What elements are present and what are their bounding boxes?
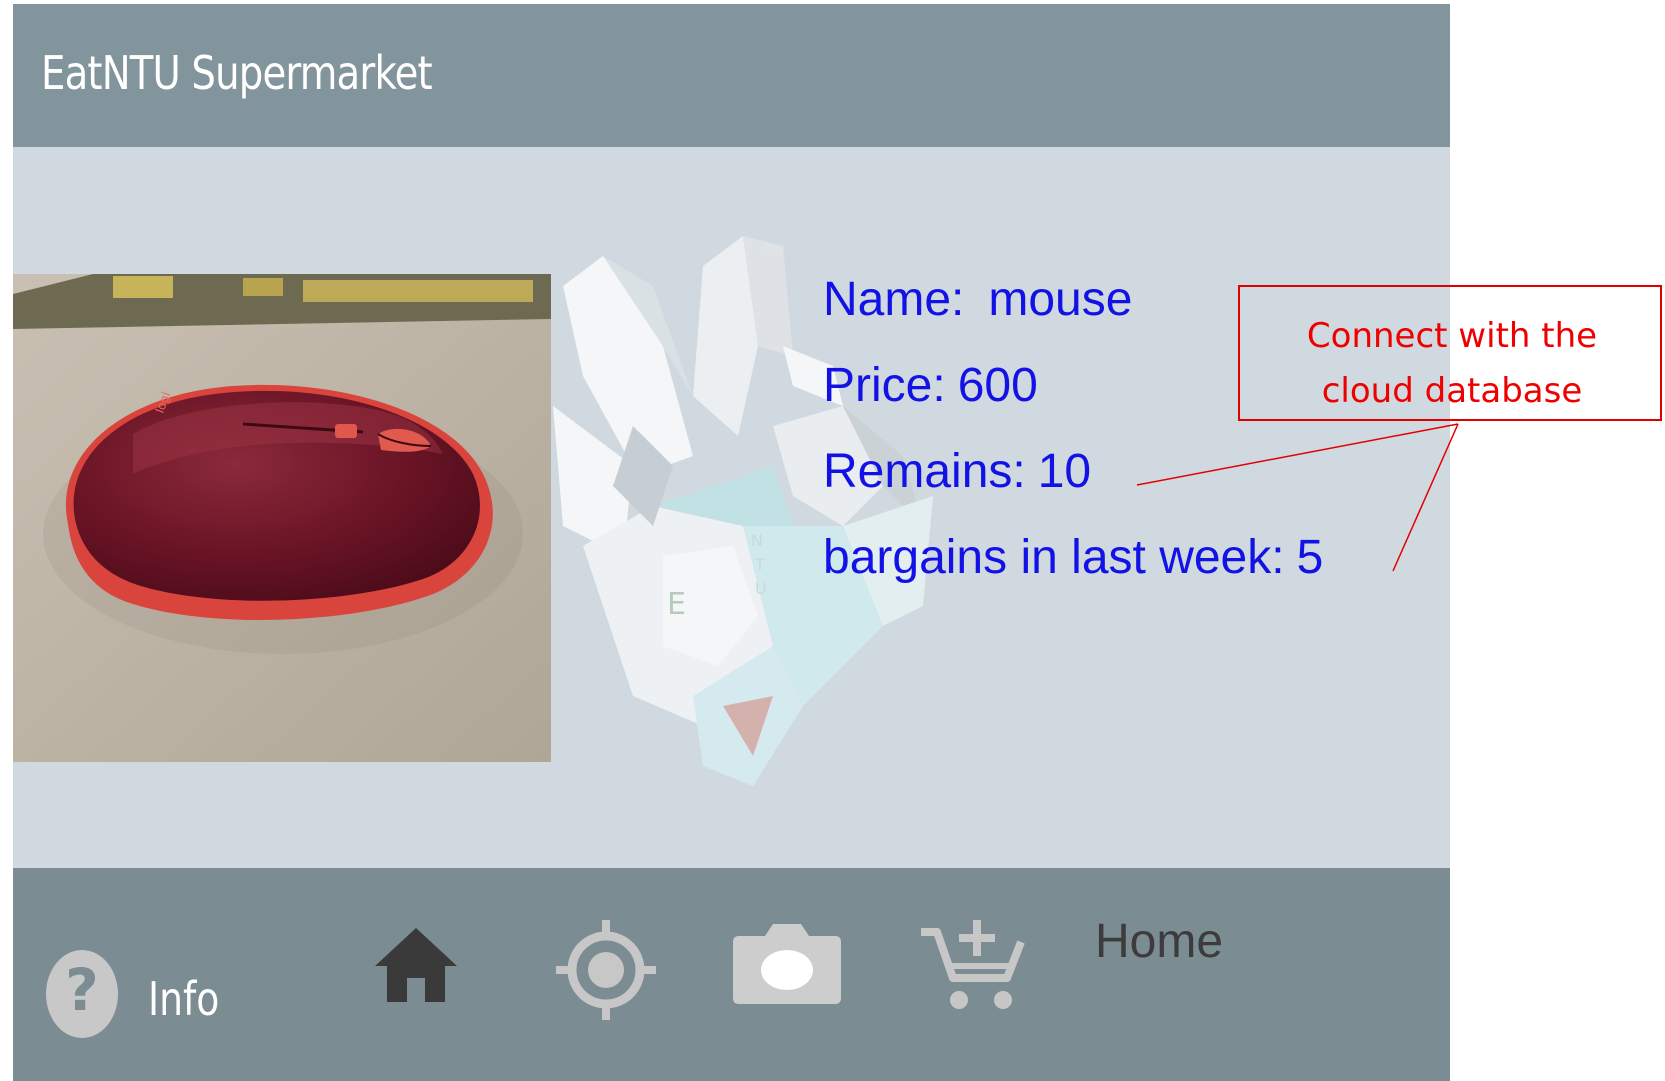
app-screen: EatNTU Supermarket E N T U logi Name: mo… (13, 4, 1450, 1081)
product-remains-label: Remains: (823, 445, 1026, 498)
info-button[interactable]: ? Info (46, 950, 246, 1050)
add-to-cart-icon[interactable] (917, 914, 1027, 1014)
product-price-value: 600 (957, 359, 1038, 412)
svg-text:U: U (755, 579, 767, 598)
annotation-line-1: Connect with the (1306, 316, 1598, 356)
product-bargains-label: bargains in last week: (823, 531, 1285, 584)
bottom-nav: ? Info Home (13, 868, 1450, 1081)
home-icon[interactable] (373, 924, 459, 1004)
info-label: Info (148, 972, 220, 1026)
product-price-label: Price: (823, 359, 946, 412)
product-bargains-value: 5 (1296, 531, 1324, 584)
product-bargains-row: bargains in last week: 5 (823, 534, 1323, 582)
help-icon: ? (46, 950, 118, 1038)
product-photo: logi (13, 274, 551, 762)
product-remains-row: Remains: 10 (823, 448, 1091, 496)
svg-text:T: T (754, 555, 765, 574)
app-title: EatNTU Supermarket (41, 46, 433, 100)
annotation-line-2: cloud database (1321, 371, 1583, 411)
product-name-value: mouse (988, 273, 1133, 326)
product-remains-value: 10 (1037, 445, 1092, 498)
camera-icon[interactable] (731, 922, 843, 1006)
product-price-row: Price: 600 (823, 362, 1038, 410)
product-name-row: Name: mouse (823, 276, 1132, 324)
svg-text:N: N (751, 531, 763, 550)
mouse-photo-illustration: logi (13, 274, 551, 762)
product-name-label: Name: (823, 273, 965, 326)
locate-icon[interactable] (554, 918, 658, 1022)
annotation-text: Connect with the cloud database (1240, 309, 1664, 419)
help-glyph: ? (65, 956, 99, 1024)
annotation-callout: Connect with the cloud database (1238, 285, 1662, 421)
svg-text:E: E (667, 587, 686, 622)
app-header: EatNTU Supermarket (13, 4, 1450, 147)
current-page-label: Home (1095, 915, 1224, 968)
